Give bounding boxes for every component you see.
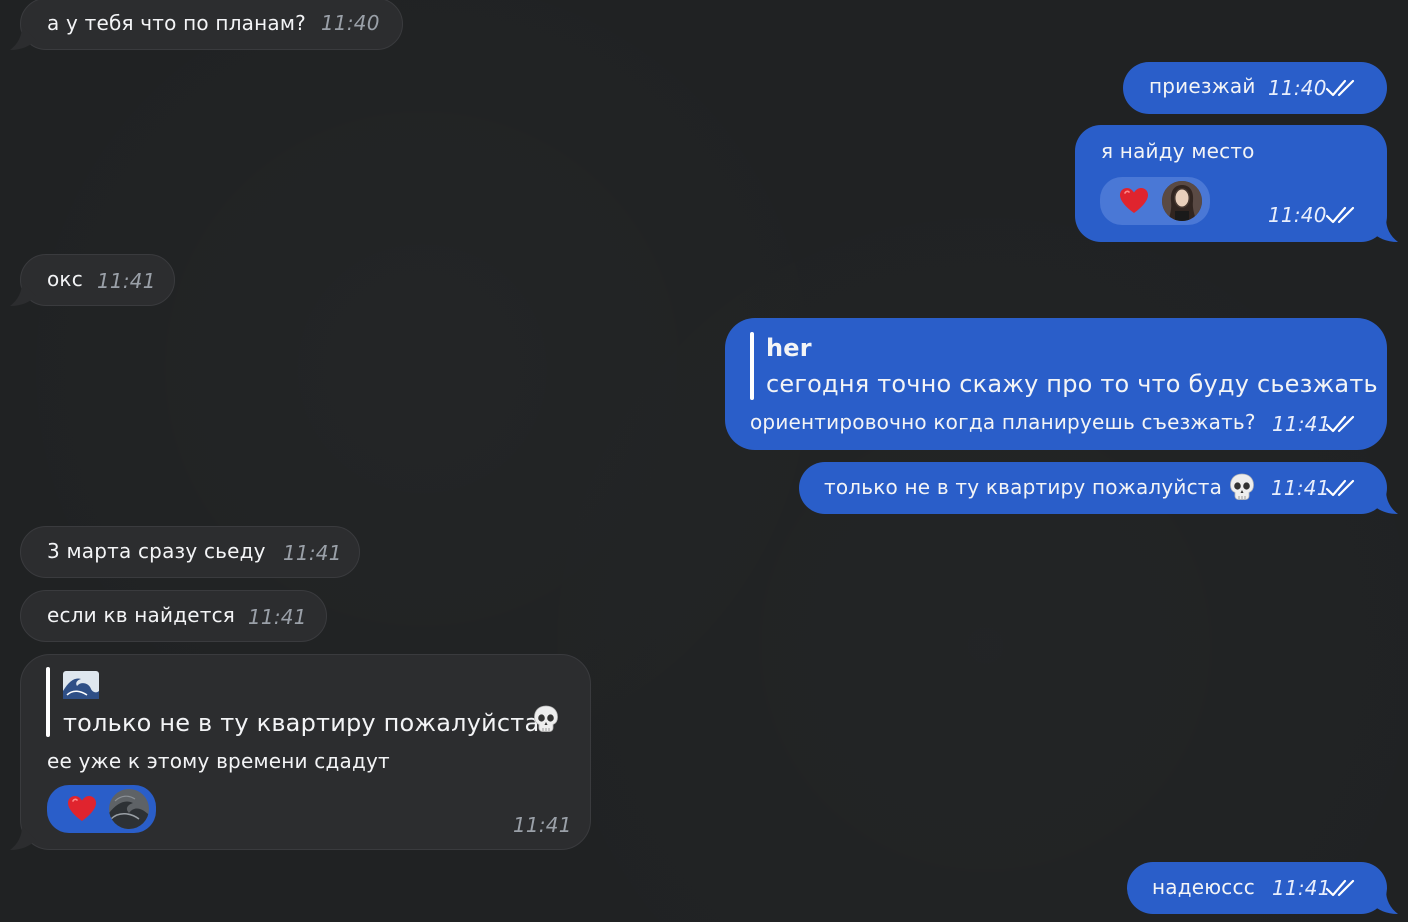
reply-text: сегодня точно скажу про то что буду сьез…: [766, 370, 1378, 398]
message-time: 11:41: [513, 813, 572, 837]
message-text: окс: [47, 267, 83, 291]
read-ticks-icon: [1325, 878, 1359, 898]
her-avatar: [1162, 181, 1202, 221]
skull-icon: [533, 705, 559, 733]
message-outgoing[interactable]: приезжай 11:40: [1123, 62, 1387, 114]
message-text: 3 марта сразу сьеду: [47, 539, 266, 563]
message-incoming[interactable]: окс 11:41: [20, 254, 175, 306]
message-incoming[interactable]: если кв найдется 11:41: [20, 590, 327, 642]
heart-icon: [67, 795, 97, 823]
message-text: ее уже к этому времени сдадут: [47, 749, 390, 773]
wave-avatar: [109, 789, 149, 829]
message-time: 11:41: [283, 541, 342, 565]
message-incoming[interactable]: а у тебя что по планам? 11:40: [20, 0, 403, 50]
reply-author: her: [766, 334, 812, 362]
message-text: ориентировочно когда планируешь съезжать…: [750, 410, 1256, 434]
heart-icon: [1119, 187, 1149, 215]
bubble-tail: [1372, 218, 1398, 242]
read-ticks-icon: [1325, 78, 1359, 98]
read-ticks-icon: [1325, 205, 1359, 225]
message-time: 11:41: [1271, 476, 1330, 500]
message-time: 11:41: [97, 269, 156, 293]
bubble-tail: [10, 826, 36, 850]
message-text: а у тебя что по планам?: [47, 11, 306, 35]
message-time: 11:41: [1272, 412, 1331, 436]
reply-bar: [750, 332, 754, 400]
message-time: 11:40: [1268, 203, 1327, 227]
read-ticks-icon: [1325, 478, 1359, 498]
reply-bar: [46, 667, 50, 737]
bubble-tail: [1372, 890, 1398, 914]
message-outgoing[interactable]: только не в ту квартиру пожалуйста 11:41: [799, 462, 1387, 514]
bubble-tail: [1372, 490, 1398, 514]
chat-area[interactable]: а у тебя что по планам? 11:40 приезжай 1…: [0, 0, 1408, 922]
message-text: если кв найдется: [47, 603, 236, 627]
message-outgoing[interactable]: надеюссс 11:41: [1127, 862, 1387, 914]
reaction-pill[interactable]: [1100, 177, 1210, 225]
message-time: 11:41: [1272, 876, 1331, 900]
message-incoming[interactable]: только не в ту квартиру пожалуйста ее уж…: [20, 654, 591, 850]
message-text: я найду место: [1101, 139, 1255, 163]
message-text: надеюссс: [1152, 875, 1255, 899]
message-time: 11:40: [321, 11, 380, 35]
message-text: только не в ту квартиру пожалуйста: [824, 475, 1223, 499]
message-time: 11:40: [1268, 76, 1327, 100]
skull-icon: [1229, 473, 1255, 501]
wave-icon: [63, 671, 99, 699]
message-incoming[interactable]: 3 марта сразу сьеду 11:41: [20, 526, 360, 578]
message-time: 11:41: [248, 605, 307, 629]
message-outgoing[interactable]: her сегодня точно скажу про то что буду …: [725, 318, 1387, 450]
bubble-tail: [10, 282, 36, 306]
reply-text: только не в ту квартиру пожалуйста: [63, 709, 540, 737]
read-ticks-icon: [1325, 414, 1359, 434]
bubble-tail: [10, 26, 36, 50]
message-text: приезжай: [1149, 74, 1256, 98]
reaction-pill[interactable]: [47, 785, 156, 833]
message-outgoing[interactable]: я найду место 11:40: [1075, 125, 1387, 242]
